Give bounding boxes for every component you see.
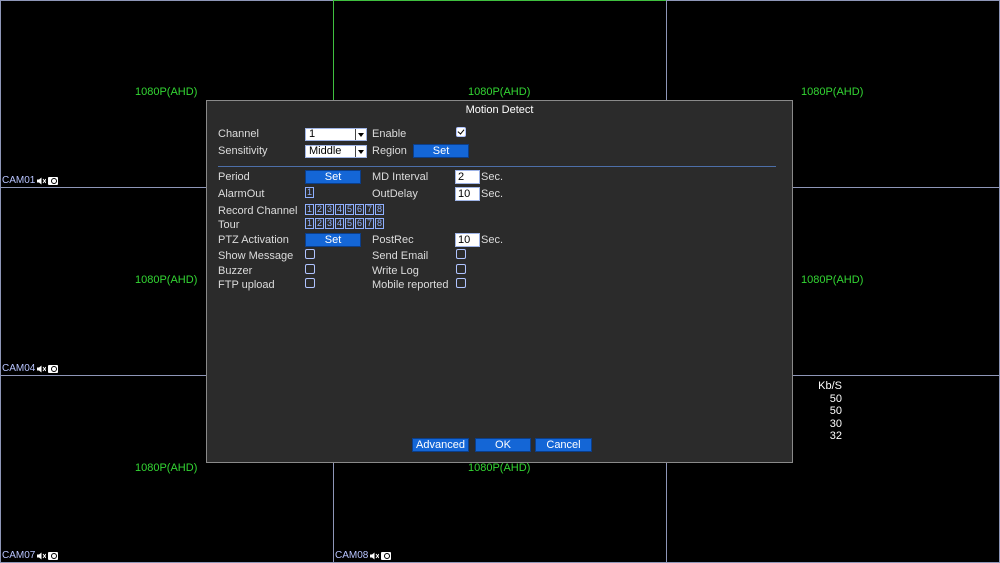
record-icon: [48, 551, 59, 560]
enable-checkbox[interactable]: [456, 127, 466, 137]
camera-name: CAM01: [2, 175, 36, 186]
outdelay-label: OutDelay: [372, 188, 418, 200]
record-channel-toggle[interactable]: 3: [325, 204, 334, 215]
bitrate-value: 30: [829, 417, 842, 430]
tour-channels: 1 2 3 4 5 6 7 8: [305, 218, 384, 229]
tour-channel-toggle[interactable]: 5: [345, 218, 354, 229]
resolution-label: 1080P(AHD): [135, 274, 198, 286]
record-channel-toggle[interactable]: 5: [345, 204, 354, 215]
camera-label: CAM07: [2, 550, 59, 561]
tour-label: Tour: [218, 219, 240, 231]
camera-label: CAM08: [335, 550, 392, 561]
chevron-down-icon[interactable]: [355, 129, 366, 140]
ok-button[interactable]: OK: [475, 438, 531, 452]
bitrate-header: Kb/S: [818, 380, 842, 392]
record-channel-label: Record Channel: [218, 205, 298, 217]
record-icon: [381, 551, 392, 560]
record-channel-toggle[interactable]: 6: [355, 204, 364, 215]
speaker-muted-icon: [370, 552, 380, 559]
resolution-label: 1080P(AHD): [801, 86, 864, 98]
bitrate-panel: Kb/S 50 50 30 32: [815, 380, 842, 443]
postrec-input[interactable]: 10: [455, 233, 480, 247]
record-channel-toggle[interactable]: 4: [335, 204, 344, 215]
camera-label: CAM01: [2, 175, 59, 186]
chevron-down-icon[interactable]: [355, 146, 366, 157]
period-label: Period: [218, 171, 250, 183]
show-message-checkbox[interactable]: [305, 249, 315, 259]
region-set-button[interactable]: Set: [413, 144, 469, 158]
buzzer-label: Buzzer: [218, 265, 253, 277]
tour-channel-toggle[interactable]: 3: [325, 218, 334, 229]
tour-channel-toggle[interactable]: 2: [315, 218, 324, 229]
tour-channel-toggle[interactable]: 8: [375, 218, 384, 229]
record-channel-toggle[interactable]: 8: [375, 204, 384, 215]
send-email-checkbox[interactable]: [456, 249, 466, 259]
enable-label: Enable: [372, 128, 407, 140]
divider: [218, 166, 776, 167]
alarmout-channels: 1: [305, 187, 314, 198]
resolution-label: 1080P(AHD): [468, 462, 531, 474]
resolution-label: 1080P(AHD): [801, 274, 864, 286]
alarmout-channel-toggle[interactable]: 1: [305, 187, 314, 198]
tour-channel-toggle[interactable]: 4: [335, 218, 344, 229]
postrec-label: PostRec: [372, 234, 414, 246]
camera-name: CAM04: [2, 363, 36, 374]
sec-label: Sec.: [481, 188, 504, 200]
channel-label: Channel: [218, 128, 259, 140]
bitrate-value: 32: [829, 430, 842, 442]
sec-label: Sec.: [481, 234, 504, 246]
bitrate-value: 50: [829, 392, 842, 405]
mobile-reported-checkbox[interactable]: [456, 278, 466, 288]
record-channel-toggle[interactable]: 7: [365, 204, 374, 215]
sensitivity-select[interactable]: Middle: [305, 145, 367, 158]
alarmout-label: AlarmOut: [218, 188, 265, 200]
channel-value: 1: [309, 128, 316, 140]
speaker-muted-icon: [37, 365, 47, 372]
record-channel-toggle[interactable]: 1: [305, 204, 314, 215]
dialog-title: Motion Detect: [465, 104, 534, 116]
tour-channel-toggle[interactable]: 1: [305, 218, 314, 229]
record-icon: [48, 176, 59, 185]
resolution-label: 1080P(AHD): [135, 86, 198, 98]
ftp-upload-label: FTP upload: [218, 279, 275, 291]
resolution-label: 1080P(AHD): [468, 86, 531, 98]
write-log-checkbox[interactable]: [456, 264, 466, 274]
mobile-reported-label: Mobile reported: [372, 279, 449, 291]
buzzer-checkbox[interactable]: [305, 264, 315, 274]
cancel-button[interactable]: Cancel: [535, 438, 592, 452]
region-label: Region: [372, 145, 407, 157]
camera-name: CAM07: [2, 550, 36, 561]
outdelay-input[interactable]: 10: [455, 187, 480, 201]
ftp-upload-checkbox[interactable]: [305, 278, 315, 288]
record-channel-toggle[interactable]: 2: [315, 204, 324, 215]
speaker-muted-icon: [37, 177, 47, 184]
camera-label: CAM04: [2, 363, 59, 374]
sensitivity-value: Middle: [309, 145, 342, 157]
resolution-label: 1080P(AHD): [135, 462, 198, 474]
md-interval-input[interactable]: 2: [455, 170, 480, 184]
speaker-muted-icon: [37, 552, 47, 559]
record-channels: 1 2 3 4 5 6 7 8: [305, 204, 384, 215]
period-set-button[interactable]: Set: [305, 170, 361, 184]
tour-channel-toggle[interactable]: 6: [355, 218, 364, 229]
bitrate-value: 50: [829, 405, 842, 417]
md-interval-label: MD Interval: [372, 171, 429, 183]
advanced-button[interactable]: Advanced: [412, 438, 469, 452]
sensitivity-label: Sensitivity: [218, 145, 268, 157]
ptz-activation-label: PTZ Activation: [218, 234, 289, 246]
show-message-label: Show Message: [218, 250, 294, 262]
send-email-label: Send Email: [372, 250, 429, 262]
motion-detect-dialog: Motion Detect Channel 1 Enable Sensitivi…: [206, 100, 793, 463]
tour-channel-toggle[interactable]: 7: [365, 218, 374, 229]
sec-label: Sec.: [481, 171, 504, 183]
record-icon: [48, 364, 59, 373]
channel-select[interactable]: 1: [305, 128, 367, 141]
ptz-set-button[interactable]: Set: [305, 233, 361, 247]
write-log-label: Write Log: [372, 265, 419, 277]
camera-name: CAM08: [335, 550, 369, 561]
